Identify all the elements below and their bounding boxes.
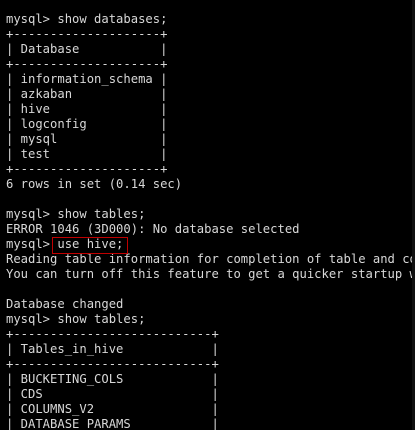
terminal-window[interactable]: mysql> show databases; +-----------------… (0, 0, 415, 430)
table-border: +--------------------+ (6, 27, 168, 41)
error-message: ERROR 1046 (3D000): No database selected (6, 222, 300, 236)
table-row: | COLUMNS_V2 | (6, 402, 219, 416)
table-row: | mysql | (6, 132, 168, 146)
table-row: | DATABASE_PARAMS | (6, 417, 219, 430)
info-message: You can turn off this feature to get a q… (6, 267, 415, 281)
terminal-line: mysql> show databases; (6, 12, 168, 26)
table-border: +---------------------------+ (6, 327, 219, 341)
status-message: Database changed (6, 297, 124, 311)
terminal-output: mysql> show databases; +-----------------… (6, 12, 415, 430)
table-row: | CDS | (6, 387, 219, 401)
table-border: +--------------------+ (6, 57, 168, 71)
table-header: | Database | (6, 42, 168, 56)
use-hive-command: mysql> use hive; (6, 237, 124, 251)
terminal-line: mysql> show tables; (6, 312, 146, 326)
table-border: +---------------------------+ (6, 357, 219, 371)
terminal-line: mysql> show tables; (6, 207, 146, 221)
table-row: | azkaban | (6, 87, 168, 101)
table-row: | BUCKETING_COLS | (6, 372, 219, 386)
table-row: | information_schema | (6, 72, 168, 86)
info-message: Reading table information for completion… (6, 252, 415, 266)
table-header: | Tables_in_hive | (6, 342, 219, 356)
table-border: +--------------------+ (6, 162, 168, 176)
table-row: | hive | (6, 102, 168, 116)
table-row: | logconfig | (6, 117, 168, 131)
result-summary: 6 rows in set (0.14 sec) (6, 177, 183, 191)
table-row: | test | (6, 147, 168, 161)
